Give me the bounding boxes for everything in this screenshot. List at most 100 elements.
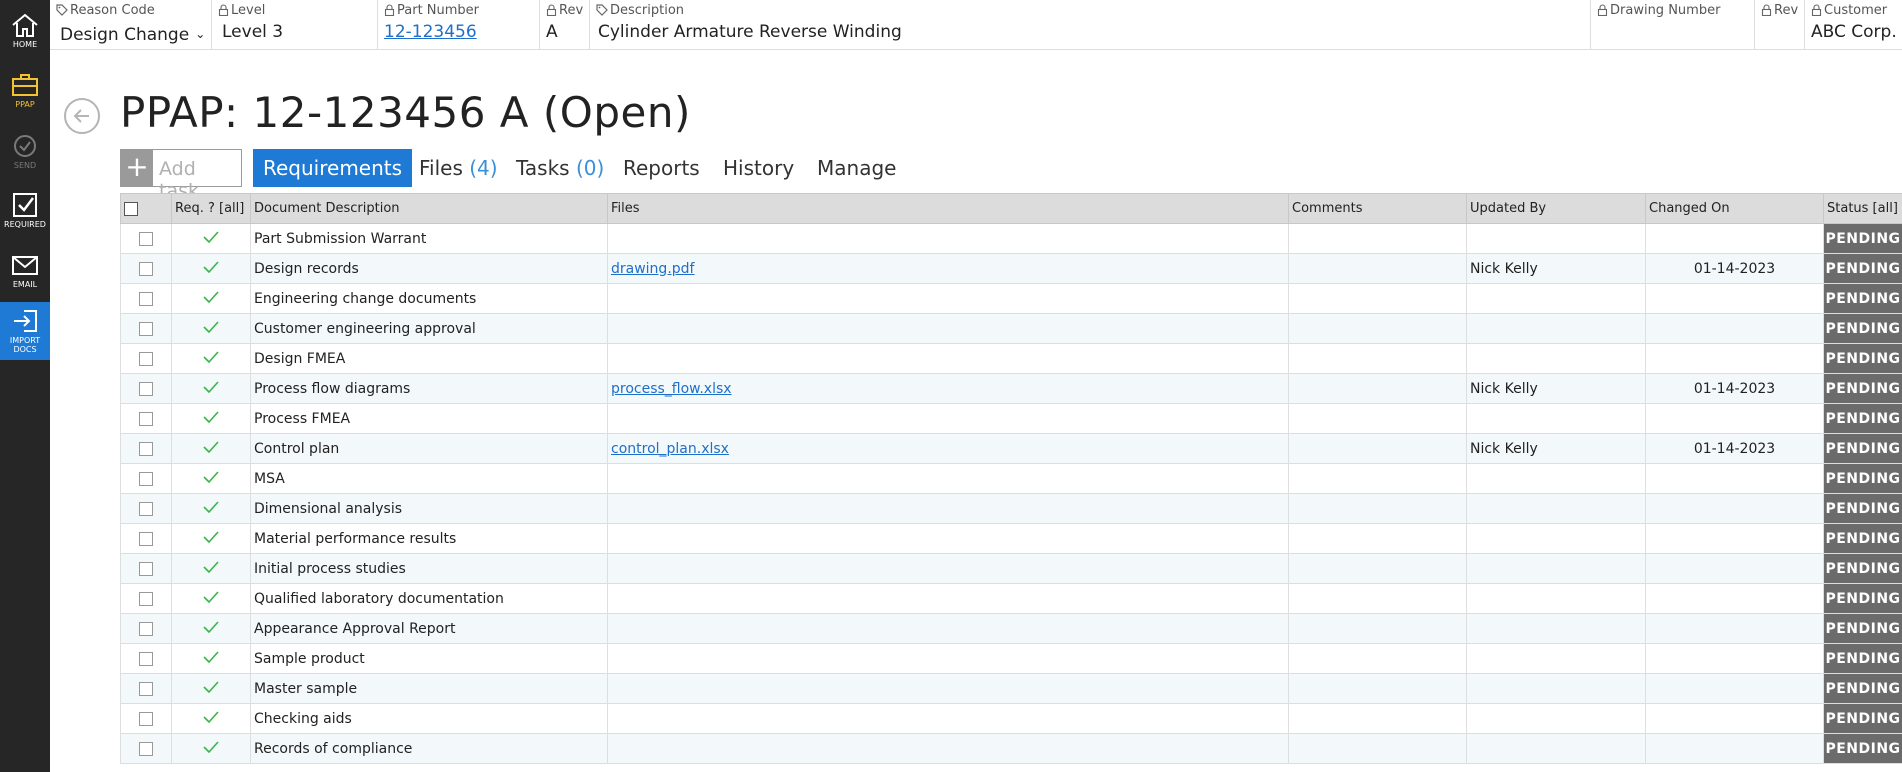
status-badge[interactable]: PENDING <box>1825 405 1902 433</box>
table-row[interactable]: Master sample PENDING <box>120 673 1902 704</box>
row-checkbox[interactable] <box>139 711 153 726</box>
row-checkbox[interactable] <box>139 681 153 696</box>
row-select-cell[interactable] <box>120 373 172 404</box>
part-number-link[interactable]: 12-123456 <box>384 22 477 42</box>
status-badge[interactable]: PENDING <box>1825 345 1902 373</box>
row-checkbox[interactable] <box>139 561 153 576</box>
nav-email[interactable]: EMAIL <box>0 246 50 304</box>
row-checkbox[interactable] <box>139 621 153 636</box>
status-cell[interactable]: PENDING <box>1823 493 1902 524</box>
required-check-cell[interactable] <box>171 223 251 254</box>
col-header-updated-by[interactable]: Updated By <box>1466 193 1646 224</box>
back-button[interactable] <box>64 98 100 134</box>
status-badge[interactable]: PENDING <box>1825 525 1902 553</box>
status-badge[interactable]: PENDING <box>1825 285 1902 313</box>
tab-files[interactable]: Files (4) <box>419 149 498 187</box>
comments-cell[interactable] <box>1288 343 1467 374</box>
table-row[interactable]: Design records drawing.pdf Nick Kelly 01-14… <box>120 253 1902 284</box>
row-select-cell[interactable] <box>120 313 172 344</box>
required-check-cell[interactable] <box>171 253 251 284</box>
row-select-cell[interactable] <box>120 673 172 704</box>
status-badge[interactable]: PENDING <box>1825 555 1902 583</box>
comments-cell[interactable] <box>1288 253 1467 284</box>
tab-tasks[interactable]: Tasks (0) <box>516 149 604 187</box>
status-cell[interactable]: PENDING <box>1823 463 1902 494</box>
table-row[interactable]: Appearance Approval Report PENDING <box>120 613 1902 644</box>
comments-cell[interactable] <box>1288 703 1467 734</box>
description-field[interactable]: Description Cylinder Armature Reverse Wi… <box>590 0 1591 49</box>
status-cell[interactable]: PENDING <box>1823 403 1902 434</box>
required-check-cell[interactable] <box>171 703 251 734</box>
table-row[interactable]: Sample product PENDING <box>120 643 1902 674</box>
comments-cell[interactable] <box>1288 223 1467 254</box>
status-badge[interactable]: PENDING <box>1825 435 1902 463</box>
row-checkbox[interactable] <box>139 531 153 546</box>
nav-home[interactable]: HOME <box>0 6 50 64</box>
col-header-required[interactable]: Req. ? [all] <box>171 193 251 224</box>
status-badge[interactable]: PENDING <box>1825 225 1902 253</box>
file-link[interactable]: drawing.pdf <box>611 261 694 277</box>
status-badge[interactable]: PENDING <box>1825 375 1902 403</box>
reason-code-field[interactable]: Reason Code Design Change ⌄ <box>50 0 212 49</box>
status-cell[interactable]: PENDING <box>1823 373 1902 404</box>
table-row[interactable]: Records of compliance PENDING <box>120 733 1902 764</box>
nav-required[interactable]: REQUIRED <box>0 186 50 244</box>
required-check-cell[interactable] <box>171 733 251 764</box>
status-badge[interactable]: PENDING <box>1825 675 1902 703</box>
required-check-cell[interactable] <box>171 643 251 674</box>
status-badge[interactable]: PENDING <box>1825 315 1902 343</box>
row-checkbox[interactable] <box>139 231 153 246</box>
comments-cell[interactable] <box>1288 733 1467 764</box>
status-cell[interactable]: PENDING <box>1823 733 1902 764</box>
nav-import-docs[interactable]: IMPORT DOCS <box>0 302 50 360</box>
row-select-cell[interactable] <box>120 613 172 644</box>
required-check-cell[interactable] <box>171 583 251 614</box>
row-select-cell[interactable] <box>120 643 172 674</box>
row-checkbox[interactable] <box>139 351 153 366</box>
tab-history[interactable]: History <box>723 149 794 187</box>
status-cell[interactable]: PENDING <box>1823 673 1902 704</box>
row-select-cell[interactable] <box>120 433 172 464</box>
row-checkbox[interactable] <box>139 261 153 276</box>
required-check-cell[interactable] <box>171 343 251 374</box>
row-checkbox[interactable] <box>139 321 153 336</box>
comments-cell[interactable] <box>1288 463 1467 494</box>
tab-reports[interactable]: Reports <box>623 149 700 187</box>
comments-cell[interactable] <box>1288 313 1467 344</box>
tab-requirements[interactable]: Requirements <box>253 149 413 187</box>
comments-cell[interactable] <box>1288 523 1467 554</box>
table-row[interactable]: Process FMEA PENDING <box>120 403 1902 434</box>
row-checkbox[interactable] <box>139 381 153 396</box>
col-header-changed-on[interactable]: Changed On <box>1645 193 1824 224</box>
file-link[interactable]: control_plan.xlsx <box>611 441 729 457</box>
status-badge[interactable]: PENDING <box>1825 255 1902 283</box>
table-row[interactable]: Process flow diagrams process_flow.xlsx Ni… <box>120 373 1902 404</box>
required-check-cell[interactable] <box>171 673 251 704</box>
add-task-button[interactable]: + Add task <box>120 149 242 202</box>
row-select-cell[interactable] <box>120 283 172 314</box>
file-link[interactable]: process_flow.xlsx <box>611 381 732 397</box>
table-row[interactable]: MSA PENDING <box>120 463 1902 494</box>
row-select-cell[interactable] <box>120 223 172 254</box>
comments-cell[interactable] <box>1288 583 1467 614</box>
row-checkbox[interactable] <box>139 411 153 426</box>
required-check-cell[interactable] <box>171 523 251 554</box>
table-row[interactable]: Dimensional analysis PENDING <box>120 493 1902 524</box>
row-select-cell[interactable] <box>120 343 172 374</box>
required-check-cell[interactable] <box>171 613 251 644</box>
select-all-header[interactable] <box>120 193 172 224</box>
status-cell[interactable]: PENDING <box>1823 223 1902 254</box>
comments-cell[interactable] <box>1288 613 1467 644</box>
table-row[interactable]: Control plan control_plan.xlsx Nick Kelly 0… <box>120 433 1902 464</box>
status-cell[interactable]: PENDING <box>1823 703 1902 734</box>
table-row[interactable]: Design FMEA PENDING <box>120 343 1902 374</box>
required-check-cell[interactable] <box>171 373 251 404</box>
table-row[interactable]: Checking aids PENDING <box>120 703 1902 734</box>
comments-cell[interactable] <box>1288 643 1467 674</box>
table-row[interactable]: Part Submission Warrant PENDING <box>120 223 1902 254</box>
status-cell[interactable]: PENDING <box>1823 313 1902 344</box>
col-header-comments[interactable]: Comments <box>1288 193 1467 224</box>
status-cell[interactable]: PENDING <box>1823 613 1902 644</box>
table-row[interactable]: Customer engineering approval PENDING <box>120 313 1902 344</box>
row-select-cell[interactable] <box>120 493 172 524</box>
